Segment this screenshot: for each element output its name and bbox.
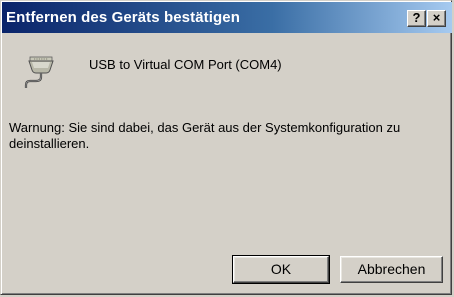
window-title: Entfernen des Geräts bestätigen bbox=[6, 9, 240, 26]
warning-message: Warnung: Sie sind dabei, das Gerät aus d… bbox=[9, 120, 401, 151]
confirm-device-removal-dialog: Entfernen des Geräts bestätigen ? × USB … bbox=[0, 0, 452, 295]
ok-button[interactable]: OK bbox=[232, 255, 330, 284]
close-button[interactable]: × bbox=[427, 10, 446, 27]
title-bar[interactable]: Entfernen des Geräts bestätigen ? × bbox=[2, 2, 452, 33]
dialog-body: USB to Virtual COM Port (COM4) Warnung: … bbox=[1, 33, 453, 296]
cancel-button[interactable]: Abbrechen bbox=[340, 256, 443, 283]
device-name: USB to Virtual COM Port (COM4) bbox=[89, 57, 282, 72]
help-button[interactable]: ? bbox=[407, 10, 426, 27]
usb-serial-connector-icon bbox=[24, 56, 54, 88]
